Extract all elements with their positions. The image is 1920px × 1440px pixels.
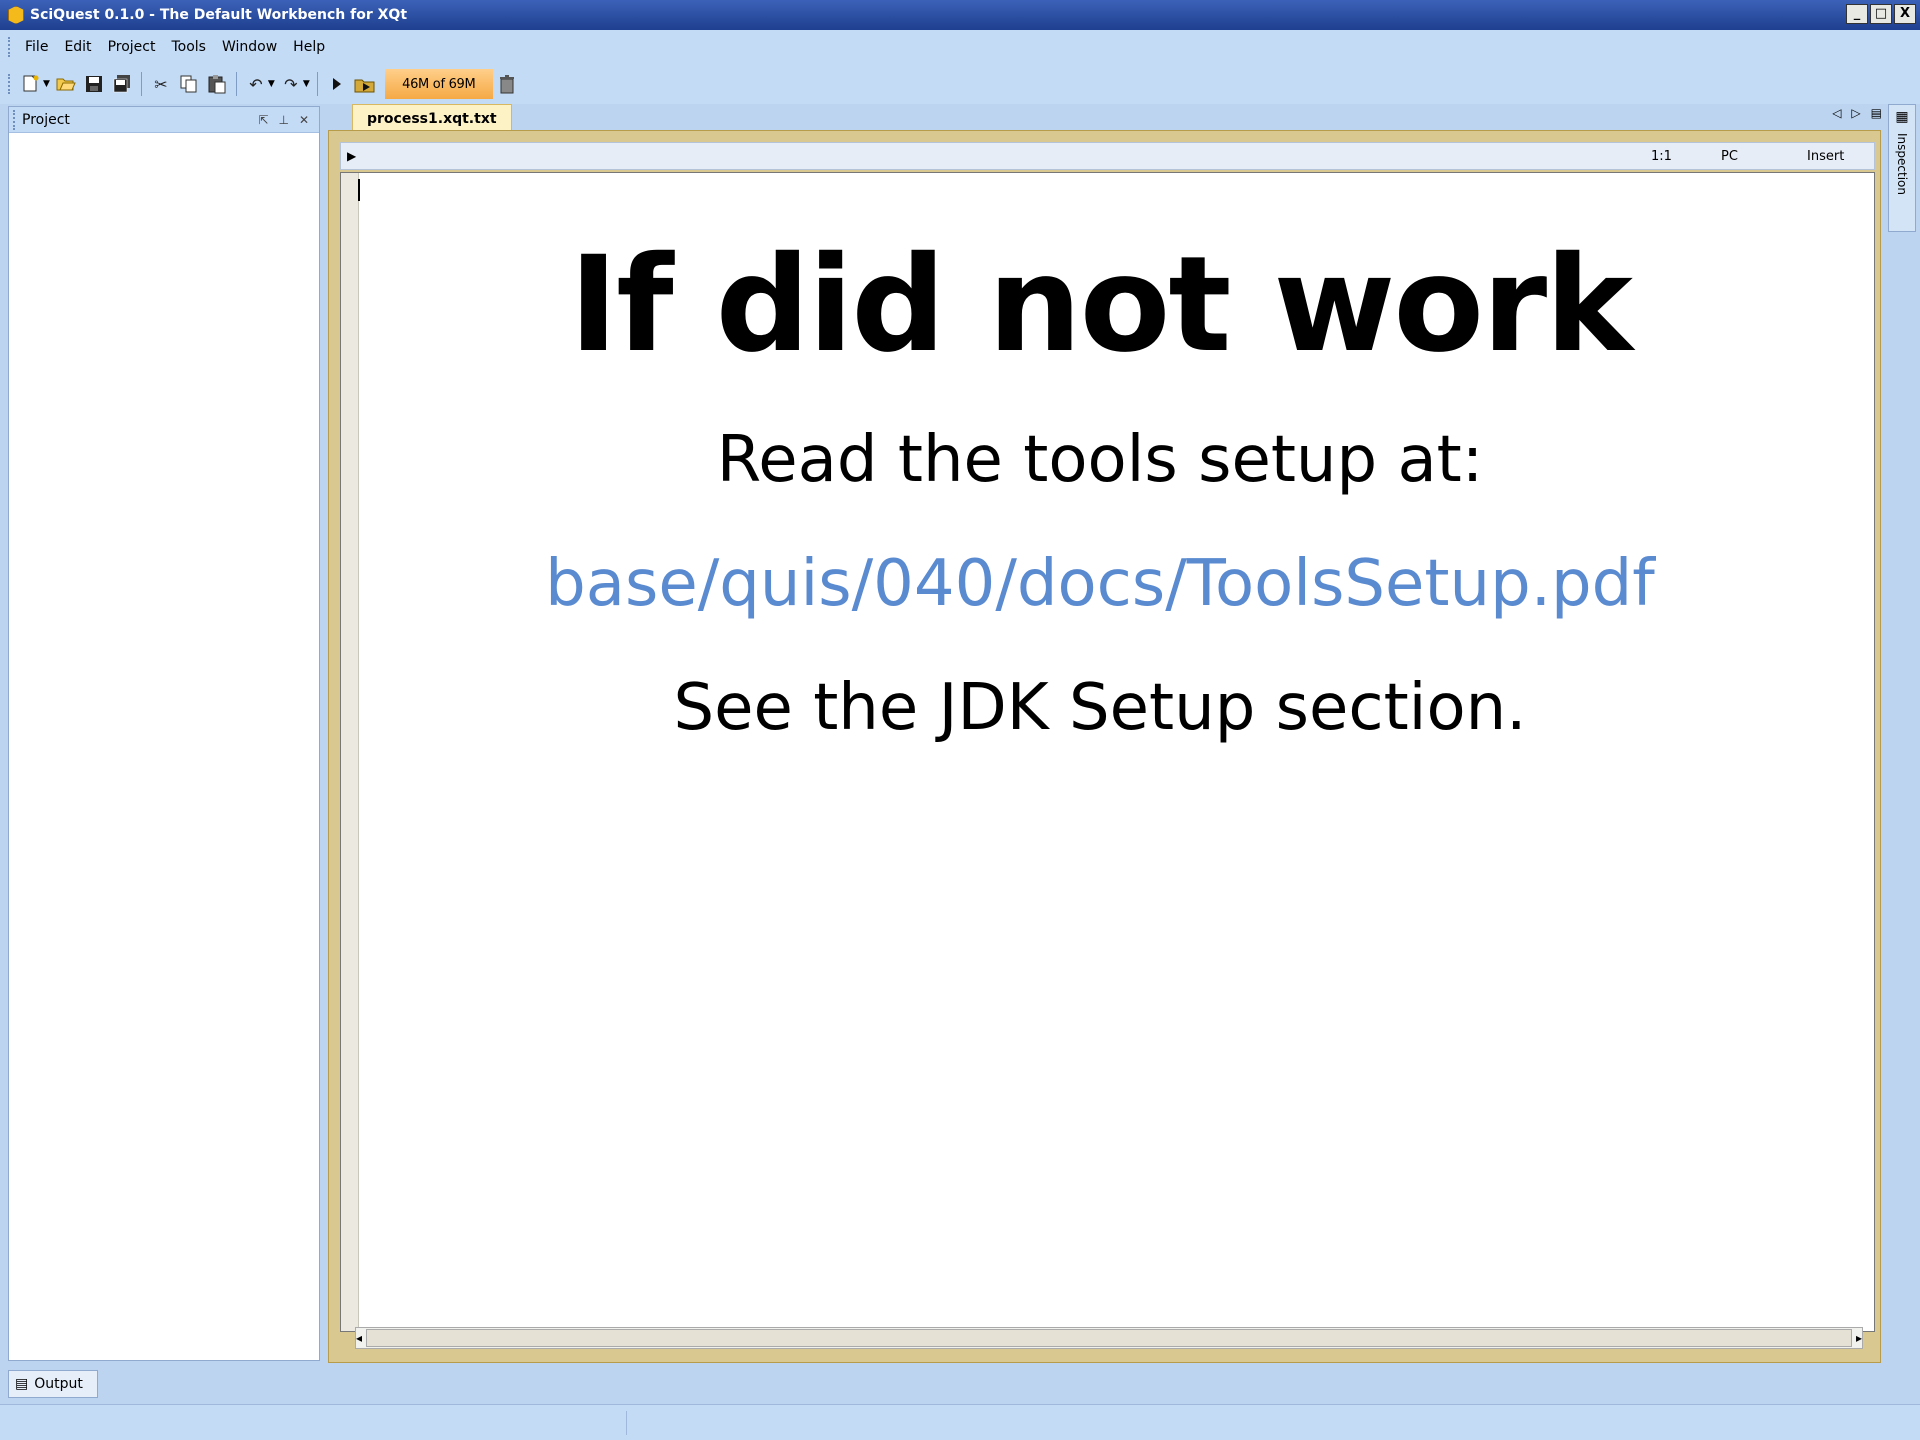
slide-headline: If did not work: [569, 228, 1633, 382]
save-icon[interactable]: [82, 72, 106, 96]
project-panel-header: Project ⇱ ⊥ ✕: [9, 107, 319, 133]
status-divider: [626, 1411, 627, 1435]
redo-icon[interactable]: ↷: [279, 72, 303, 96]
window-controls: _ □ X: [1846, 4, 1916, 24]
menu-grip: [8, 37, 11, 57]
panel-grip: [13, 109, 16, 130]
inspection-label: Inspection: [1895, 133, 1909, 195]
menu-tools[interactable]: Tools: [163, 36, 214, 58]
editor-run-icon[interactable]: ▶: [347, 149, 356, 163]
close-panel-icon[interactable]: ✕: [299, 113, 309, 127]
insert-mode[interactable]: Insert: [1807, 149, 1844, 164]
output-label: Output: [34, 1376, 83, 1392]
save-all-icon[interactable]: [110, 72, 134, 96]
project-panel[interactable]: Project ⇱ ⊥ ✕: [8, 106, 320, 1361]
redo-dropdown-icon[interactable]: ▼: [303, 79, 310, 89]
undo-dropdown-icon[interactable]: ▼: [268, 79, 275, 89]
editor-gutter: [341, 173, 359, 1331]
toolbar: ▼ ✂ ↶ ▼ ↷ ▼ 46M of 69M: [0, 64, 1920, 104]
undo-icon[interactable]: ↶: [244, 72, 268, 96]
maximize-button[interactable]: □: [1870, 4, 1892, 24]
tab-navigation: ◁ ▷ ▤: [1832, 106, 1882, 120]
memory-indicator[interactable]: 46M of 69M: [384, 69, 493, 99]
window-title: SciQuest 0.1.0 - The Default Workbench f…: [30, 7, 408, 23]
minimize-button[interactable]: _: [1846, 4, 1868, 24]
pin-icon[interactable]: ⊥: [278, 113, 288, 127]
trash-icon[interactable]: [495, 72, 519, 96]
menu-bar: File Edit Project Tools Window Help: [0, 30, 1920, 64]
copy-icon[interactable]: [177, 72, 201, 96]
slide-overlay: If did not work Read the tools setup at:…: [380, 200, 1820, 770]
float-icon[interactable]: ⇱: [258, 113, 268, 127]
tab-list-icon[interactable]: ▤: [1871, 106, 1882, 120]
menu-window[interactable]: Window: [214, 36, 285, 58]
toolbar-separator: [140, 72, 142, 96]
panel-controls: ⇱ ⊥ ✕: [258, 113, 319, 127]
menu-project[interactable]: Project: [100, 36, 164, 58]
cut-icon[interactable]: ✂: [149, 72, 173, 96]
status-bar: [0, 1404, 1920, 1440]
project-panel-title: Project: [22, 111, 70, 128]
menu-help[interactable]: Help: [285, 36, 333, 58]
inspection-panel-tab[interactable]: ▦ Inspection: [1888, 104, 1916, 232]
line-ending-mode[interactable]: PC: [1721, 149, 1738, 164]
tab-process1[interactable]: process1.xqt.txt: [352, 104, 512, 132]
scroll-thumb[interactable]: [366, 1329, 1852, 1347]
horizontal-scrollbar[interactable]: ◂ ▸: [355, 1327, 1863, 1349]
toolbar-separator: [316, 72, 318, 96]
toolbar-grip: [8, 74, 11, 94]
editor-status-bar: ▶ 1:1 PC Insert: [340, 142, 1875, 170]
tab-prev-icon[interactable]: ◁: [1832, 106, 1841, 120]
toolbar-separator: [235, 72, 237, 96]
close-button[interactable]: X: [1894, 4, 1916, 24]
run-icon[interactable]: [325, 72, 349, 96]
menu-edit[interactable]: Edit: [56, 36, 99, 58]
open-icon[interactable]: [54, 72, 78, 96]
title-bar: SciQuest 0.1.0 - The Default Workbench f…: [0, 0, 1920, 30]
slide-line-3: See the JDK Setup section.: [673, 671, 1527, 745]
slide-line-1: Read the tools setup at:: [716, 423, 1484, 497]
inspection-icon: ▦: [1895, 109, 1909, 125]
app-icon: [8, 6, 24, 24]
output-icon: ▤: [15, 1376, 29, 1392]
cursor-position: 1:1: [1651, 149, 1672, 164]
scroll-left-icon[interactable]: ◂: [356, 1331, 362, 1345]
output-tab[interactable]: ▤ Output: [8, 1370, 98, 1398]
paste-icon[interactable]: [205, 72, 229, 96]
menu-file[interactable]: File: [17, 36, 56, 58]
new-icon[interactable]: [19, 72, 43, 96]
scroll-right-icon[interactable]: ▸: [1856, 1331, 1862, 1345]
text-caret: [358, 179, 360, 201]
new-dropdown-icon[interactable]: ▼: [43, 79, 50, 89]
tools-setup-link[interactable]: base/quis/040/docs/ToolsSetup.pdf: [380, 522, 1820, 646]
run-project-icon[interactable]: [353, 72, 377, 96]
tab-next-icon[interactable]: ▷: [1851, 106, 1860, 120]
